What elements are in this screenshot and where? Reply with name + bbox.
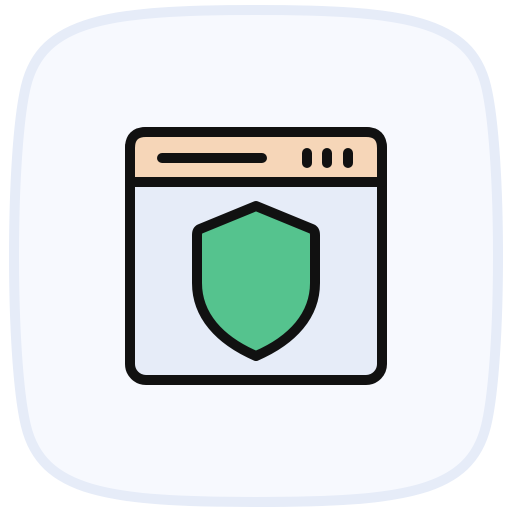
browser-shield-icon <box>9 4 503 508</box>
app-tile <box>0 0 512 512</box>
icon-canvas <box>0 0 512 512</box>
shield-icon <box>192 201 320 361</box>
